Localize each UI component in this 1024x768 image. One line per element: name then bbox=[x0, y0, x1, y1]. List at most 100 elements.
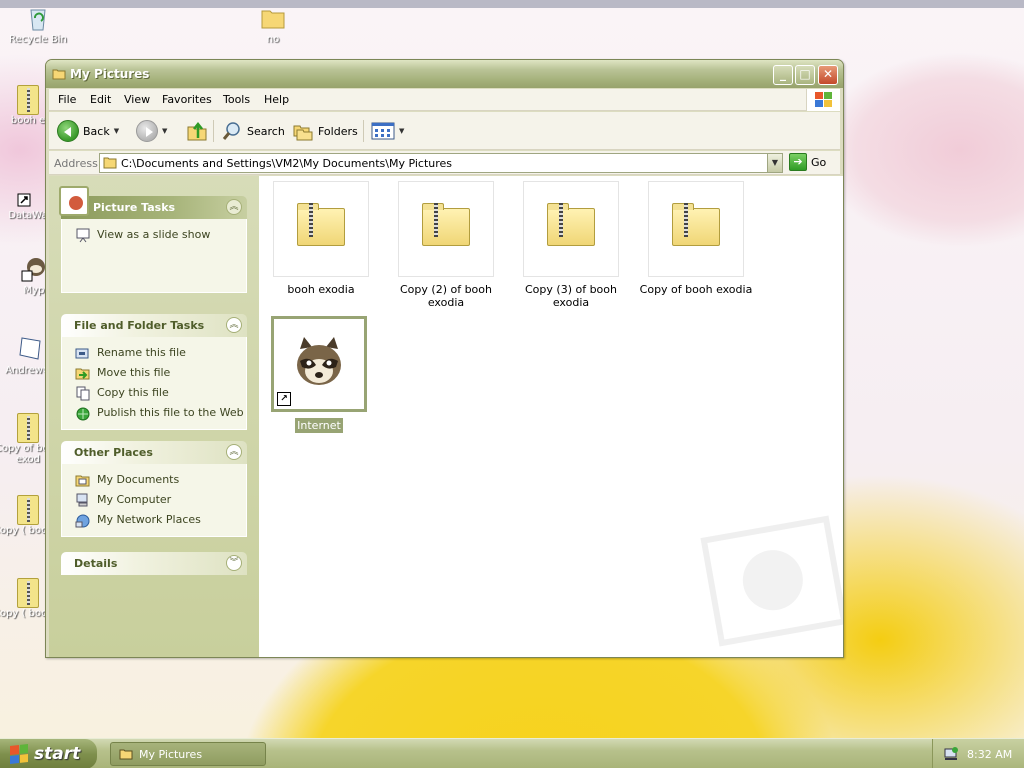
copy-icon bbox=[76, 386, 90, 401]
thumbnail: ↗ bbox=[271, 316, 367, 412]
up-folder-icon bbox=[187, 121, 207, 141]
menu-favorites[interactable]: Favorites bbox=[162, 93, 212, 106]
window-title: My Pictures bbox=[70, 67, 150, 81]
zip-folder-icon bbox=[297, 203, 345, 246]
go-arrow-icon: ➔ bbox=[789, 153, 807, 171]
file-view: booh exodia Copy (2) of booh exodia Copy… bbox=[259, 176, 843, 657]
file-item[interactable]: Copy (2) of booh exodia bbox=[386, 181, 506, 309]
task-rename-file[interactable]: Rename this file bbox=[62, 343, 246, 363]
address-input[interactable]: C:\Documents and Settings\VM2\My Documen… bbox=[99, 153, 782, 173]
file-item[interactable]: Copy (3) of booh exodia bbox=[511, 181, 631, 309]
menu-view[interactable]: View bbox=[124, 93, 150, 106]
folders-icon bbox=[293, 125, 313, 141]
task-copy-file[interactable]: Copy this file bbox=[62, 383, 246, 403]
zip-folder-icon bbox=[17, 413, 39, 443]
forward-dropdown-icon[interactable]: ▼ bbox=[162, 127, 167, 135]
task-label: Copy this file bbox=[97, 386, 169, 399]
menu-bar: File Edit View Favorites Tools Help bbox=[49, 89, 840, 111]
desktop-icon-label: booh e bbox=[10, 115, 46, 126]
menu-help[interactable]: Help bbox=[264, 93, 289, 106]
document-icon bbox=[19, 337, 41, 360]
picture-tasks-panel: Picture Tasks ︽ View as a slide show bbox=[59, 186, 247, 293]
thumbnail bbox=[648, 181, 744, 277]
menu-tools[interactable]: Tools bbox=[223, 93, 250, 106]
desktop-top-strip bbox=[0, 0, 1024, 8]
network-places-icon bbox=[75, 514, 90, 528]
my-documents-icon bbox=[75, 475, 90, 487]
folder-icon bbox=[261, 10, 285, 29]
thumbnail bbox=[273, 181, 369, 277]
taskbar-window-label: My Pictures bbox=[139, 747, 203, 761]
file-item[interactable]: Copy of booh exodia bbox=[636, 181, 756, 296]
file-item[interactable]: booh exodia bbox=[261, 181, 381, 296]
other-places-header[interactable]: Other Places ︽ bbox=[61, 441, 247, 464]
panel-title: Details bbox=[74, 557, 118, 570]
maximize-button[interactable]: □ bbox=[795, 65, 815, 85]
task-view-slideshow[interactable]: View as a slide show bbox=[62, 225, 246, 245]
close-button[interactable]: ✕ bbox=[818, 65, 838, 85]
my-computer-icon bbox=[76, 493, 88, 507]
file-item-selected[interactable]: ↗ Internet bbox=[259, 316, 379, 433]
back-button[interactable]: Back ▼ bbox=[57, 118, 119, 144]
task-label: My Computer bbox=[97, 493, 172, 506]
up-folder-button[interactable] bbox=[186, 118, 208, 144]
rename-icon bbox=[75, 348, 89, 359]
task-publish-web[interactable]: Publish this file to the Web bbox=[62, 403, 246, 423]
menu-edit[interactable]: Edit bbox=[90, 93, 111, 106]
zip-folder-icon bbox=[17, 85, 39, 115]
task-move-file[interactable]: Move this file bbox=[62, 363, 246, 383]
task-label: View as a slide show bbox=[97, 228, 211, 241]
go-label: Go bbox=[811, 155, 827, 169]
desktop-icon-recycle-bin[interactable]: Recycle Bin bbox=[0, 4, 78, 45]
back-dropdown-icon[interactable]: ▼ bbox=[114, 127, 119, 135]
tray-app-icon[interactable] bbox=[943, 746, 959, 762]
other-places-panel: Other Places ︽ My Documents My Computer bbox=[61, 441, 247, 537]
go-button[interactable]: ➔ Go bbox=[789, 153, 826, 171]
search-icon bbox=[222, 122, 240, 140]
details-panel: Details ︾ bbox=[61, 552, 247, 575]
back-arrow-icon bbox=[57, 120, 79, 142]
desktop-icon-no[interactable]: no bbox=[233, 4, 313, 45]
task-label: Publish this file to the Web bbox=[97, 406, 244, 419]
details-header[interactable]: Details ︾ bbox=[61, 552, 247, 575]
menu-file[interactable]: File bbox=[58, 93, 76, 106]
thumbnail bbox=[523, 181, 619, 277]
panel-title: File and Folder Tasks bbox=[74, 319, 205, 332]
clock[interactable]: 8:32 AM bbox=[967, 748, 1012, 761]
file-name: booh exodia bbox=[287, 283, 355, 296]
address-dropdown-button[interactable]: ▼ bbox=[767, 153, 783, 173]
folders-button[interactable]: Folders bbox=[292, 118, 358, 144]
thumbnail bbox=[398, 181, 494, 277]
slideshow-icon bbox=[76, 228, 90, 243]
place-my-documents[interactable]: My Documents bbox=[62, 470, 246, 490]
recycle-bin-icon bbox=[30, 9, 46, 31]
expand-chevron-icon[interactable]: ︾ bbox=[226, 555, 242, 571]
task-label: My Documents bbox=[97, 473, 180, 486]
file-folder-tasks-header[interactable]: File and Folder Tasks ︽ bbox=[61, 314, 247, 337]
title-bar[interactable]: My Pictures _ □ ✕ bbox=[46, 60, 843, 88]
address-bar: Address C:\Documents and Settings\VM2\My… bbox=[49, 151, 840, 175]
place-my-network[interactable]: My Network Places bbox=[62, 510, 246, 530]
minimize-button[interactable]: _ bbox=[773, 65, 793, 85]
folder-pictures-icon bbox=[52, 69, 66, 80]
collapse-chevron-icon[interactable]: ︽ bbox=[226, 444, 242, 460]
panel-title: Other Places bbox=[74, 446, 153, 459]
back-label: Back bbox=[83, 124, 110, 138]
views-button[interactable]: ▼ bbox=[371, 118, 404, 144]
move-icon bbox=[75, 368, 90, 380]
place-my-computer[interactable]: My Computer bbox=[62, 490, 246, 510]
pictures-watermark bbox=[700, 515, 843, 647]
file-folder-tasks-body: Rename this file Move this file Copy thi… bbox=[61, 337, 247, 430]
views-dropdown-icon: ▼ bbox=[399, 127, 405, 135]
taskbar-window-button[interactable]: My Pictures bbox=[110, 742, 266, 766]
collapse-chevron-icon[interactable]: ︽ bbox=[226, 199, 242, 215]
start-button[interactable]: start bbox=[0, 739, 97, 768]
system-tray: 8:32 AM bbox=[932, 739, 1024, 768]
desktop-icon-label: Myp bbox=[23, 285, 45, 296]
publish-icon bbox=[76, 407, 90, 421]
collapse-chevron-icon[interactable]: ︽ bbox=[226, 317, 242, 333]
search-button[interactable]: Search bbox=[221, 118, 285, 144]
forward-button[interactable]: ▼ bbox=[136, 118, 167, 144]
views-grid-icon bbox=[371, 122, 395, 140]
picture-tasks-header[interactable]: Picture Tasks ︽ bbox=[59, 186, 247, 219]
